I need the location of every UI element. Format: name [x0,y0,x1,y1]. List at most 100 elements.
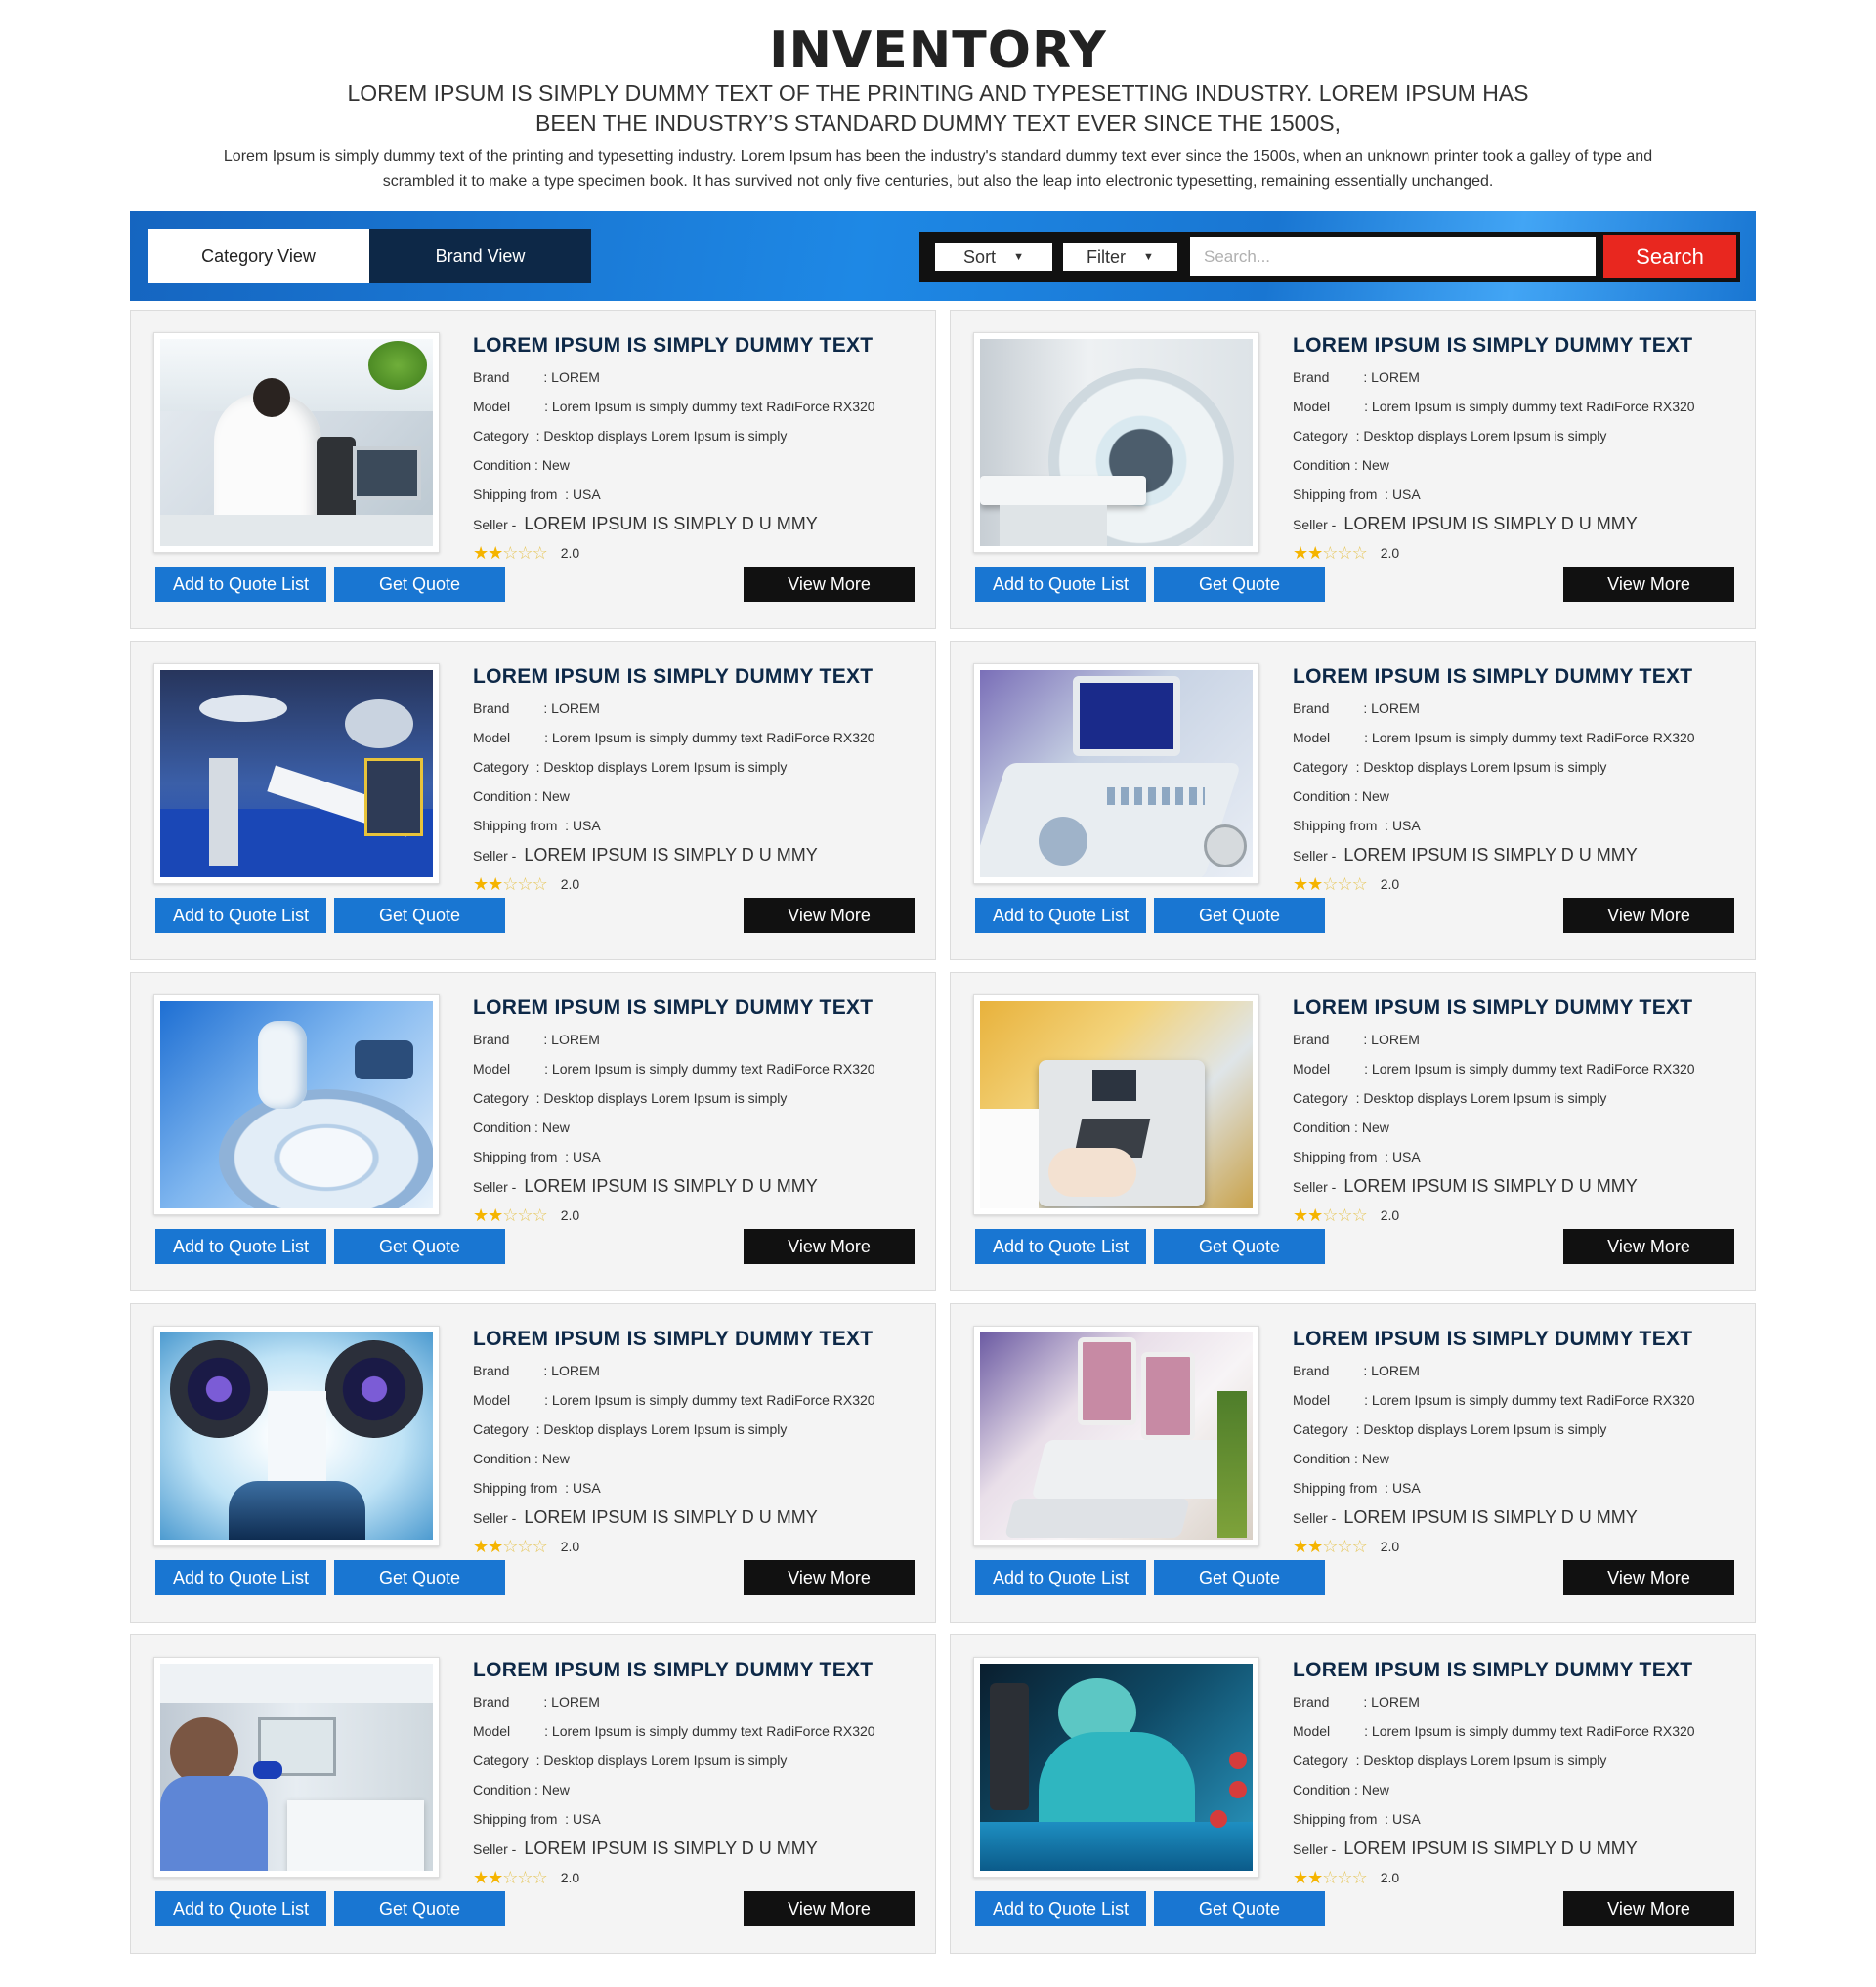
seller-value[interactable]: LOREM IPSUM IS SIMPLY D U MMY [1343,1839,1637,1858]
get-quote-button[interactable]: Get Quote [334,567,505,602]
category-row: Category : Desktop displays Lorem Ipsum … [473,426,922,455]
add-to-quote-list-button[interactable]: Add to Quote List [975,1891,1146,1926]
get-quote-button[interactable]: Get Quote [1154,1560,1325,1595]
centrifuge-photo [160,1001,433,1208]
add-to-quote-list-button[interactable]: Add to Quote List [155,1891,326,1926]
rating-value: 2.0 [1380,1870,1400,1885]
condition-label: Condition : [1293,457,1362,473]
product-card: LOREM IPSUM IS SIMPLY DUMMY TEXT Brand :… [950,972,1756,1291]
get-quote-button[interactable]: Get Quote [1154,1891,1325,1926]
product-title[interactable]: LOREM IPSUM IS SIMPLY DUMMY TEXT [1293,665,1742,689]
product-title[interactable]: LOREM IPSUM IS SIMPLY DUMMY TEXT [1293,1659,1742,1682]
product-title[interactable]: LOREM IPSUM IS SIMPLY DUMMY TEXT [1293,1328,1742,1351]
seller-value[interactable]: LOREM IPSUM IS SIMPLY D U MMY [1343,1176,1637,1196]
product-title[interactable]: LOREM IPSUM IS SIMPLY DUMMY TEXT [1293,996,1742,1020]
view-more-button[interactable]: View More [1563,1560,1734,1595]
product-image[interactable] [973,994,1259,1215]
view-more-button[interactable]: View More [744,1891,915,1926]
category-label: Category : [473,1421,544,1437]
get-quote-button[interactable]: Get Quote [334,898,505,933]
get-quote-button[interactable]: Get Quote [1154,567,1325,602]
operating-room-photo [160,670,433,877]
condition-value: New [1361,1120,1389,1135]
product-image[interactable] [153,332,440,553]
view-more-button[interactable]: View More [1563,1229,1734,1264]
get-quote-button[interactable]: Get Quote [334,1560,505,1595]
condition-label: Condition : [473,1120,542,1135]
add-to-quote-list-button[interactable]: Add to Quote List [155,1560,326,1595]
product-image[interactable] [973,332,1259,553]
shipping-label: Shipping from : [1293,1811,1392,1827]
model-row: Model : Lorem Ipsum is simply dummy text… [1293,1721,1742,1751]
get-quote-button[interactable]: Get Quote [334,1229,505,1264]
sort-dropdown[interactable]: Sort ▼ [935,243,1052,271]
get-quote-button[interactable]: Get Quote [334,1891,505,1926]
condition-row: Condition : New [473,1780,922,1809]
microscope-eyepieces-photo [160,1332,433,1540]
view-more-button[interactable]: View More [1563,898,1734,933]
shipping-label: Shipping from : [473,1811,573,1827]
seller-row: Seller - LOREM IPSUM IS SIMPLY D U MMY [473,1176,922,1205]
filter-label: Filter [1087,246,1127,267]
seller-label: Seller - [473,1510,517,1526]
add-to-quote-list-button[interactable]: Add to Quote List [975,567,1146,602]
tab-brand-view[interactable]: Brand View [369,229,591,283]
product-title[interactable]: LOREM IPSUM IS SIMPLY DUMMY TEXT [473,1328,922,1351]
seller-value[interactable]: LOREM IPSUM IS SIMPLY D U MMY [1343,514,1637,533]
view-more-button[interactable]: View More [744,1229,915,1264]
shipping-row: Shipping from : USA [1293,1478,1742,1507]
search-input[interactable] [1190,237,1596,276]
category-row: Category : Desktop displays Lorem Ipsum … [473,1419,922,1449]
product-title[interactable]: LOREM IPSUM IS SIMPLY DUMMY TEXT [473,1659,922,1682]
view-more-button[interactable]: View More [744,1560,915,1595]
product-image[interactable] [153,663,440,884]
add-to-quote-list-button[interactable]: Add to Quote List [155,898,326,933]
product-image[interactable] [973,663,1259,884]
product-image[interactable] [153,994,440,1215]
seller-value[interactable]: LOREM IPSUM IS SIMPLY D U MMY [524,1507,817,1527]
category-value: Desktop displays Lorem Ipsum is simply [543,1090,788,1106]
seller-value[interactable]: LOREM IPSUM IS SIMPLY D U MMY [524,845,817,865]
product-image[interactable] [153,1326,440,1546]
star-rating-icon: ★★☆☆☆ [473,542,548,563]
condition-label: Condition : [1293,788,1362,804]
view-more-button[interactable]: View More [744,898,915,933]
product-title[interactable]: LOREM IPSUM IS SIMPLY DUMMY TEXT [473,334,922,358]
add-to-quote-list-button[interactable]: Add to Quote List [975,898,1146,933]
product-image[interactable] [973,1657,1259,1878]
product-title[interactable]: LOREM IPSUM IS SIMPLY DUMMY TEXT [1293,334,1742,358]
shipping-row: Shipping from : USA [1293,1809,1742,1839]
tab-category-view[interactable]: Category View [148,229,369,283]
seller-value[interactable]: LOREM IPSUM IS SIMPLY D U MMY [1343,845,1637,865]
get-quote-button[interactable]: Get Quote [1154,1229,1325,1264]
add-to-quote-list-button[interactable]: Add to Quote List [155,567,326,602]
seller-value[interactable]: LOREM IPSUM IS SIMPLY D U MMY [524,1839,817,1858]
product-title[interactable]: LOREM IPSUM IS SIMPLY DUMMY TEXT [473,665,922,689]
brand-value: LOREM [551,1694,600,1710]
seller-value[interactable]: LOREM IPSUM IS SIMPLY D U MMY [1343,1507,1637,1527]
add-to-quote-list-button[interactable]: Add to Quote List [975,1560,1146,1595]
view-more-button[interactable]: View More [744,567,915,602]
seller-value[interactable]: LOREM IPSUM IS SIMPLY D U MMY [524,1176,817,1196]
search-button[interactable]: Search [1603,235,1736,278]
condition-label: Condition : [1293,1782,1362,1797]
view-more-button[interactable]: View More [1563,567,1734,602]
get-quote-button[interactable]: Get Quote [1154,898,1325,933]
product-image[interactable] [973,1326,1259,1546]
rating: ★★☆☆☆ 2.0 [1293,1868,1742,1887]
condition-row: Condition : New [473,455,922,485]
condition-label: Condition : [473,1451,542,1466]
model-label: Model : [1293,399,1372,414]
condition-value: New [1361,1451,1389,1466]
add-to-quote-list-button[interactable]: Add to Quote List [975,1229,1146,1264]
add-to-quote-list-button[interactable]: Add to Quote List [155,1229,326,1264]
product-image[interactable] [153,1657,440,1878]
star-rating-icon: ★★☆☆☆ [473,1536,548,1556]
seller-value[interactable]: LOREM IPSUM IS SIMPLY D U MMY [524,514,817,533]
filter-dropdown[interactable]: Filter ▼ [1063,243,1177,271]
star-rating-icon: ★★☆☆☆ [1293,542,1368,563]
view-more-button[interactable]: View More [1563,1891,1734,1926]
product-title[interactable]: LOREM IPSUM IS SIMPLY DUMMY TEXT [473,996,922,1020]
shipping-label: Shipping from : [1293,486,1392,502]
condition-row: Condition : New [1293,1780,1742,1809]
